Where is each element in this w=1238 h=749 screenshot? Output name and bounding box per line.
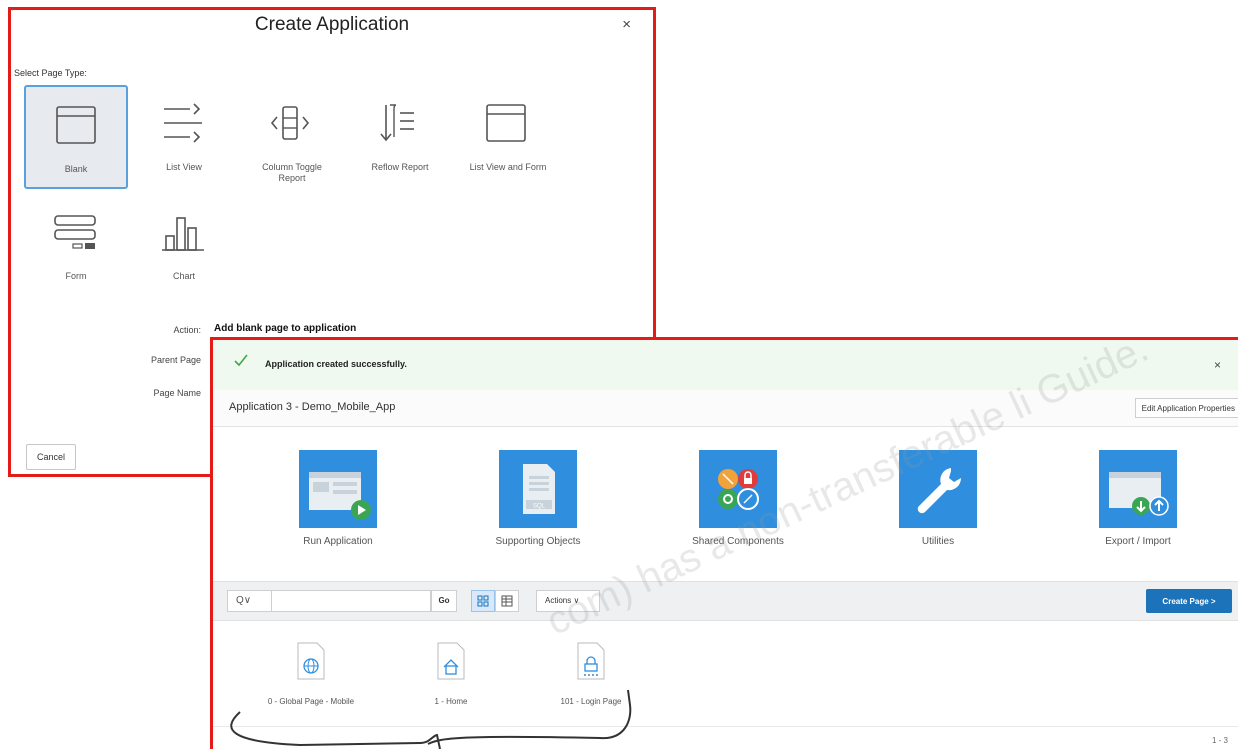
search-input[interactable] (271, 590, 431, 612)
list-view-icon (164, 103, 202, 143)
lock-page-icon (577, 642, 605, 680)
success-alert: Application created successfully. × (213, 340, 1238, 391)
shared-components-icon (699, 450, 777, 528)
success-message: Application created successfully. (265, 359, 407, 369)
sql-script-icon: SQL (499, 450, 577, 528)
dialog-close-icon[interactable]: × (622, 16, 631, 33)
page-type-form[interactable]: Form (24, 200, 128, 304)
application-bar: Application 3 - Demo_Mobile_App Edit App… (213, 390, 1238, 427)
chart-icon (162, 217, 204, 251)
check-icon (234, 354, 248, 367)
globe-page-icon (297, 642, 325, 680)
edit-application-properties-button[interactable]: Edit Application Properties (1134, 398, 1238, 418)
page-type-blank[interactable]: Blank (24, 85, 128, 189)
page-label: 1 - Home (434, 697, 468, 706)
page-type-label: Column Toggle Report (262, 162, 322, 183)
tile-run-application[interactable]: Run Application (258, 450, 418, 547)
go-button[interactable]: Go (431, 590, 457, 612)
page-item-login[interactable]: 101 - Login Page (526, 642, 656, 706)
page-type-reflow-report[interactable]: Reflow Report (348, 85, 452, 189)
create-page-button[interactable]: Create Page > (1146, 589, 1232, 613)
page-type-chart[interactable]: Chart (132, 200, 236, 304)
action-label: Action: (173, 325, 201, 335)
tile-supporting-objects[interactable]: SQL Supporting Objects (458, 450, 618, 547)
page-type-label: List View (166, 162, 202, 172)
list-view-form-icon (486, 104, 526, 142)
icon-view-button[interactable] (471, 590, 495, 612)
table-view-icon (501, 595, 513, 607)
page-type-list-view[interactable]: List View (132, 85, 236, 189)
dialog-corner-mark: ◦ (11, 4, 15, 14)
cancel-button[interactable]: Cancel (26, 444, 76, 470)
select-page-type-label: Select Page Type: (14, 68, 87, 78)
grid-view-icon (477, 595, 489, 607)
blank-page-icon (56, 106, 96, 144)
tile-label: Export / Import (1105, 536, 1171, 547)
tile-label: Run Application (303, 536, 373, 547)
report-view-button[interactable] (495, 590, 519, 612)
action-value: Add blank page to application (214, 323, 357, 334)
wrench-icon (899, 450, 977, 528)
dialog-title: Create Application (254, 14, 410, 35)
page-type-label: List View and Form (469, 162, 547, 172)
divider (213, 726, 1238, 727)
page-type-column-toggle-report[interactable]: Column Toggle Report (240, 85, 344, 189)
page-label: 0 - Global Page - Mobile (267, 697, 355, 706)
page-item-global[interactable]: 0 - Global Page - Mobile (246, 642, 376, 706)
parent-page-label: Parent Page (150, 355, 201, 365)
tile-utilities[interactable]: Utilities (858, 450, 1018, 547)
page-type-label: Chart (172, 271, 195, 281)
page-label: 101 - Login Page (560, 697, 622, 706)
tile-label: Utilities (921, 536, 955, 547)
pages-toolbar: Q∨ Go Actions ∨ Create Page > (213, 581, 1238, 621)
page-item-home[interactable]: 1 - Home (386, 642, 516, 706)
export-import-icon (1099, 450, 1177, 528)
column-toggle-icon (270, 106, 310, 140)
svg-text:SQL: SQL (533, 504, 546, 510)
page-type-label: Blank (64, 164, 88, 174)
reflow-report-icon (380, 104, 414, 142)
run-application-icon (299, 450, 377, 528)
close-alert-icon[interactable]: × (1214, 358, 1221, 372)
tile-label: Shared Components (692, 536, 784, 547)
application-home-panel: Application created successfully. × Appl… (210, 337, 1238, 749)
page-type-list-view-and-form[interactable]: List View and Form (456, 85, 560, 189)
search-icon: Q∨ (236, 595, 252, 606)
tile-label: Supporting Objects (495, 536, 581, 547)
actions-menu-button[interactable]: Actions ∨ (536, 590, 600, 612)
form-icon (54, 215, 96, 249)
home-page-icon (437, 642, 465, 680)
tile-export-import[interactable]: Export / Import (1058, 450, 1218, 547)
page-type-label: Form (65, 271, 87, 281)
search-column-menu[interactable]: Q∨ (227, 590, 273, 612)
application-title: Application 3 - Demo_Mobile_App (229, 401, 396, 413)
tile-shared-components[interactable]: Shared Components (658, 450, 818, 547)
pagination-info: 1 - 3 (1211, 736, 1228, 745)
page-type-label: Reflow Report (371, 162, 429, 172)
page-name-label: Page Name (153, 388, 201, 398)
